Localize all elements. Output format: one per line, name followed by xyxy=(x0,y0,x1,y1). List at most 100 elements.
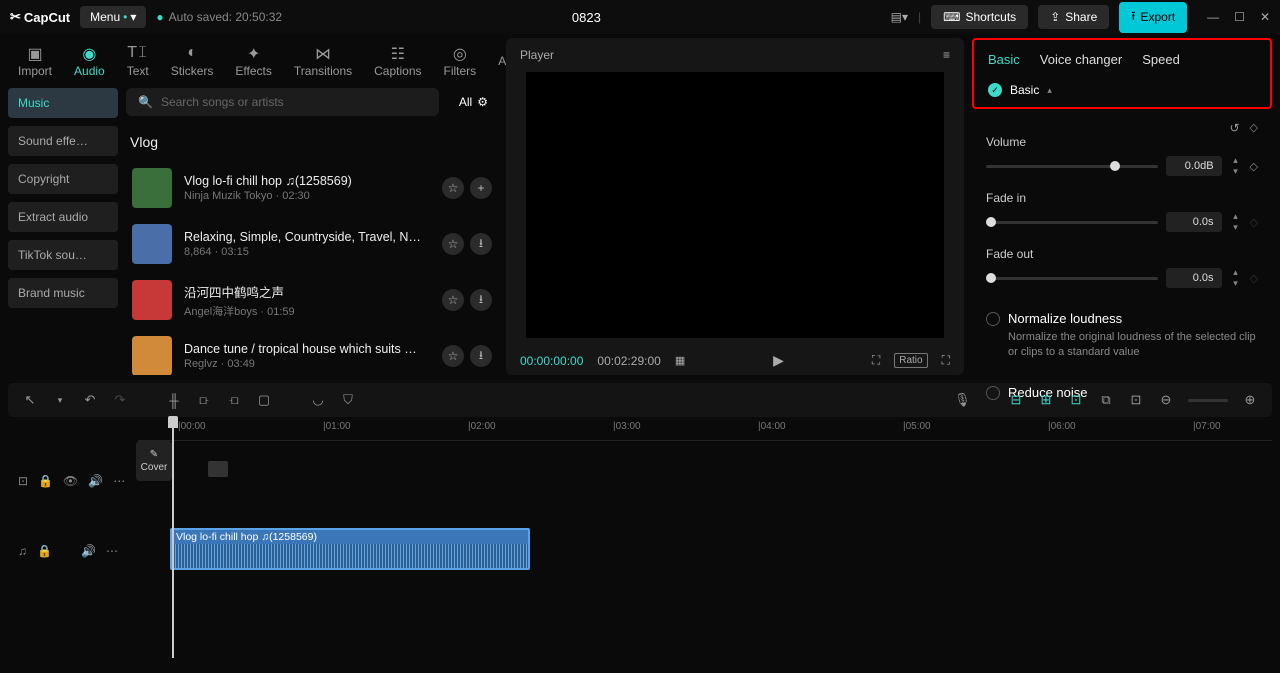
nav-stickers[interactable]: ◐Stickers xyxy=(161,42,224,80)
basic-checkbox[interactable]: ✓ xyxy=(988,83,1002,97)
fullscreen-icon[interactable]: ⛶ xyxy=(942,353,950,368)
cat-music[interactable]: Music xyxy=(8,88,118,118)
crop-icon[interactable]: ⛶ xyxy=(872,353,880,368)
split-right-icon[interactable]: ⟤ xyxy=(226,392,242,408)
nav-audio[interactable]: ◉Audio xyxy=(64,42,115,80)
volume-slider[interactable] xyxy=(986,165,1158,168)
song-meta: Ninja Muzik Tokyo · 02:30 xyxy=(184,190,430,202)
time-ruler[interactable]: |00:00|01:00|02:00|03:00|04:00|05:00|06:… xyxy=(138,417,1272,441)
song-item[interactable]: Relaxing, Simple, Countryside, Travel, N… xyxy=(126,216,498,272)
cat-brand-music[interactable]: Brand music xyxy=(8,278,118,308)
cat-tiktok-sounds[interactable]: TikTok sou… xyxy=(8,240,118,270)
normalize-row[interactable]: Normalize loudness Normalize the origina… xyxy=(986,303,1258,369)
mic-icon[interactable]: 🎙 xyxy=(954,392,970,408)
fadein-value[interactable]: 0.0s xyxy=(1166,212,1222,232)
search-input[interactable]: 🔍Search songs or artists xyxy=(126,88,439,116)
reset-icon[interactable]: ↺ xyxy=(1229,121,1239,135)
minimize-icon[interactable]: — xyxy=(1207,10,1219,24)
reduce-noise-checkbox[interactable] xyxy=(986,386,1000,400)
marker-icon[interactable]: ◡ xyxy=(310,392,326,408)
align-icon[interactable]: ⧉ xyxy=(1098,392,1114,408)
filters-icon: ◎ xyxy=(453,44,467,62)
favorite-icon[interactable]: ☆ xyxy=(442,233,464,255)
cat-extract-audio[interactable]: Extract audio xyxy=(8,202,118,232)
nav-filters[interactable]: ◎Filters xyxy=(434,42,487,80)
cat-copyright[interactable]: Copyright xyxy=(8,164,118,194)
fadein-keyframe-icon[interactable]: ◇ xyxy=(1250,216,1258,229)
player-menu-icon[interactable]: ≡ xyxy=(943,48,950,62)
redo-icon[interactable]: ↷ xyxy=(112,392,128,408)
selection-tool-icon[interactable]: ↖ xyxy=(22,392,38,408)
mute-icon[interactable]: 🔊 xyxy=(81,544,96,558)
player-viewport[interactable] xyxy=(526,72,944,338)
favorite-icon[interactable]: ☆ xyxy=(442,289,464,311)
track-more-icon[interactable]: ⋯ xyxy=(106,544,118,558)
ratio-button[interactable]: Ratio xyxy=(894,353,927,368)
track-more-icon[interactable]: ⋯ xyxy=(113,474,125,488)
menu-button[interactable]: Menu • ▾ xyxy=(80,6,146,28)
fadeout-slider[interactable] xyxy=(986,277,1158,280)
undo-icon[interactable]: ↶ xyxy=(82,392,98,408)
keyframe-icon[interactable]: ◇ xyxy=(1250,121,1258,135)
split-icon[interactable]: ╫ xyxy=(166,393,182,408)
nav-transitions[interactable]: ⋈Transitions xyxy=(284,42,362,80)
audio-clip[interactable]: Vlog lo-fi chill hop ♫(1258569) xyxy=(170,528,530,570)
nav-captions[interactable]: ☷Captions xyxy=(364,42,431,80)
preview-icon[interactable]: ⊡ xyxy=(1128,392,1144,408)
maximize-icon[interactable]: ☐ xyxy=(1234,10,1245,24)
song-item[interactable]: Dance tune / tropical house which suits … xyxy=(126,328,498,375)
shortcuts-button[interactable]: ⌨ Shortcuts xyxy=(931,5,1028,29)
plus-icon[interactable]: + xyxy=(470,177,492,199)
playhead[interactable] xyxy=(172,418,174,658)
chevron-up-icon[interactable]: ▴ xyxy=(1047,85,1052,96)
nav-text[interactable]: T𝙸Text xyxy=(117,42,159,80)
eye-icon[interactable]: 👁 xyxy=(63,474,78,488)
magnet-icon[interactable]: ⊞ xyxy=(1038,392,1054,408)
mute-icon[interactable]: 🔊 xyxy=(88,474,103,488)
nav-effects[interactable]: ✦Effects xyxy=(225,42,281,80)
delete-icon[interactable]: ▢ xyxy=(256,392,272,408)
zoom-slider[interactable] xyxy=(1188,399,1228,402)
share-button[interactable]: ⇪ Share xyxy=(1038,5,1109,29)
fadeout-stepper[interactable]: ▴▾ xyxy=(1230,267,1242,289)
reduce-noise-row[interactable]: Reduce noise xyxy=(986,377,1258,408)
favorite-icon[interactable]: ☆ xyxy=(442,345,464,367)
lock-icon[interactable]: 🔒 xyxy=(37,544,52,558)
lock-icon[interactable]: 🔒 xyxy=(38,474,53,488)
track-out-icon[interactable]: ⊡ xyxy=(18,474,28,488)
favorite-icon[interactable]: ☆ xyxy=(442,177,464,199)
volume-keyframe-icon[interactable]: ◇ xyxy=(1250,160,1258,173)
song-item[interactable]: Vlog lo-fi chill hop ♫(1258569) Ninja Mu… xyxy=(126,160,498,216)
normalize-checkbox[interactable] xyxy=(986,312,1000,326)
cover-button[interactable]: ✎Cover xyxy=(136,441,172,481)
magnet-main-icon[interactable]: ⊟ xyxy=(1008,392,1024,408)
tab-basic[interactable]: Basic xyxy=(988,52,1020,67)
layout-icon[interactable]: ▤▾ xyxy=(891,10,908,24)
volume-value[interactable]: 0.0dB xyxy=(1166,156,1222,176)
fadeout-value[interactable]: 0.0s xyxy=(1166,268,1222,288)
play-button[interactable]: ▶ xyxy=(773,352,784,369)
zoom-in-icon[interactable]: ⊕ xyxy=(1242,392,1258,408)
nav-import[interactable]: ▣Import xyxy=(8,42,62,80)
selection-dropdown-icon[interactable]: ▾ xyxy=(52,395,68,406)
fadein-slider[interactable] xyxy=(986,221,1158,224)
cat-sound-effects[interactable]: Sound effe… xyxy=(8,126,118,156)
fadeout-keyframe-icon[interactable]: ◇ xyxy=(1250,272,1258,285)
tab-voice-changer[interactable]: Voice changer xyxy=(1040,52,1122,67)
close-icon[interactable]: ✕ xyxy=(1260,10,1270,24)
audio-track-icon[interactable]: ♫ xyxy=(18,544,27,558)
song-item[interactable]: 沿河四中鹤鸣之声 Angel海洋boys · 01:59 ☆ ⭳ xyxy=(126,272,498,328)
download-icon[interactable]: ⭳ xyxy=(470,345,492,367)
link-icon[interactable]: ⊡ xyxy=(1068,392,1084,408)
export-button[interactable]: ⭱ Export xyxy=(1119,2,1187,33)
split-left-icon[interactable]: ⟥ xyxy=(196,392,212,408)
filter-all-button[interactable]: All ⚙ xyxy=(449,89,498,115)
download-icon[interactable]: ⭳ xyxy=(470,289,492,311)
volume-stepper[interactable]: ▴▾ xyxy=(1230,155,1242,177)
grid-icon[interactable]: ▦ xyxy=(675,354,685,367)
tab-speed[interactable]: Speed xyxy=(1142,52,1180,67)
fadein-stepper[interactable]: ▴▾ xyxy=(1230,211,1242,233)
zoom-out-icon[interactable]: ⊖ xyxy=(1158,392,1174,408)
download-icon[interactable]: ⭳ xyxy=(470,233,492,255)
shield-icon[interactable]: ⛉ xyxy=(340,392,356,408)
